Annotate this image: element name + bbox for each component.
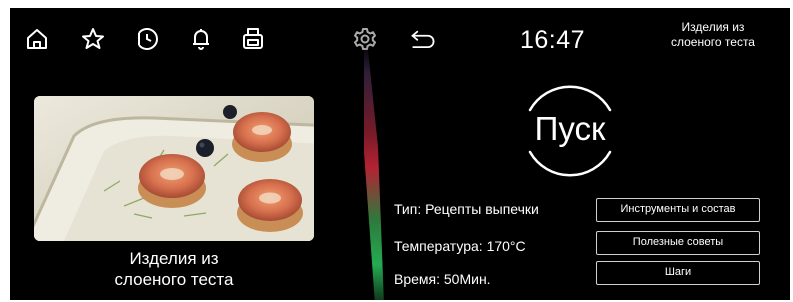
header-title-line2: слоеного теста <box>671 35 755 49</box>
recipe-caption-line2: слоеного теста <box>114 270 234 289</box>
clock-time: 16:47 <box>520 26 586 54</box>
start-button[interactable]: Пуск <box>516 80 624 182</box>
start-label: Пуск <box>534 110 606 147</box>
clock-icon[interactable] <box>134 26 160 52</box>
back-icon[interactable] <box>410 26 442 52</box>
recipe-caption-line1: Изделия из <box>129 249 219 268</box>
recipe-time: Время: 50Мин. <box>394 271 491 287</box>
bell-icon[interactable] <box>188 26 214 52</box>
oven-screen: 16:47 Изделия из слоеного теста Изделия … <box>10 8 790 300</box>
steps-button[interactable]: Шаги <box>596 261 760 285</box>
recipe-type: Тип: Рецепты выпечки <box>394 201 539 217</box>
header-title-line1: Изделия из <box>681 20 745 34</box>
pastry-photo <box>34 96 314 241</box>
top-toolbar: 16:47 Изделия из слоеного теста <box>10 8 790 68</box>
recipe-temperature: Температура: 170°C <box>394 238 526 254</box>
divider-glow <box>364 42 384 300</box>
tools-button[interactable]: Инструменты и состав <box>596 198 760 222</box>
printer-icon[interactable] <box>240 26 266 52</box>
tips-button[interactable]: Полезные советы <box>596 231 760 255</box>
recipe-caption: Изделия из слоеного теста <box>34 248 314 290</box>
home-icon[interactable] <box>24 26 50 52</box>
star-icon[interactable] <box>80 26 106 52</box>
header-title: Изделия из слоеного теста <box>650 20 776 50</box>
